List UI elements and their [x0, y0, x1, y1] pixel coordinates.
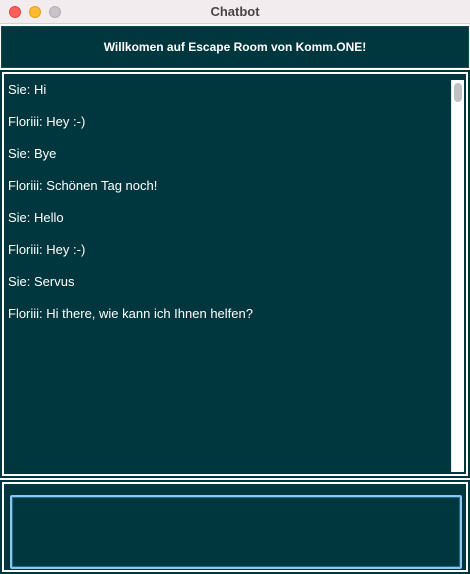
welcome-banner: Willkomen auf Escape Room von Komm.ONE!: [1, 26, 469, 68]
chat-message: Floriii: Schönen Tag noch!: [8, 178, 158, 193]
title-bar[interactable]: Chatbot: [0, 0, 470, 24]
chat-log[interactable]: Sie: Hi Floriii: Hey :-) Sie: Bye Florii…: [2, 72, 468, 476]
input-frame: [2, 482, 468, 572]
message-input[interactable]: [12, 497, 460, 567]
input-panel: [0, 480, 470, 574]
message-input-box[interactable]: [10, 495, 462, 569]
scrollbar-thumb[interactable]: [454, 83, 462, 102]
chatbot-window: Chatbot Willkomen auf Escape Room von Ko…: [0, 0, 470, 574]
chat-panel: Sie: Hi Floriii: Hey :-) Sie: Bye Florii…: [0, 70, 470, 478]
chat-message: Floriii: Hi there, wie kann ich Ihnen he…: [8, 306, 253, 321]
chat-message: Sie: Bye: [8, 146, 57, 161]
chat-message: Sie: Hi: [8, 82, 47, 97]
message-list: Sie: Hi Floriii: Hey :-) Sie: Bye Florii…: [8, 80, 446, 336]
window-title: Chatbot: [210, 4, 260, 19]
chat-message: Sie: Servus: [8, 274, 75, 289]
chat-message: Floriii: Hey :-): [8, 114, 86, 129]
chat-message: Sie: Hello: [8, 210, 64, 225]
chat-message: Floriii: Hey :-): [8, 242, 86, 257]
chat-scrollbar[interactable]: [451, 80, 464, 472]
